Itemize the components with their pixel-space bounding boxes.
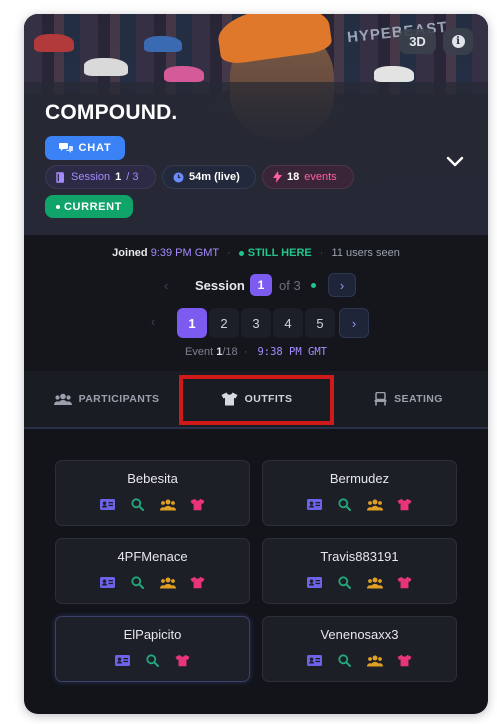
event-label: Event bbox=[185, 346, 214, 358]
event-info: Event 1/18 · 9:38 PM GMT bbox=[185, 346, 327, 358]
chevron-down-icon[interactable] bbox=[444, 150, 466, 172]
chair-icon bbox=[374, 392, 387, 406]
tab-participants-label: PARTICIPANTS bbox=[78, 393, 160, 405]
id-card-icon[interactable] bbox=[99, 575, 116, 590]
event-total: /18 bbox=[222, 346, 238, 358]
current-label: CURRENT bbox=[64, 200, 122, 213]
door-icon bbox=[56, 171, 64, 183]
group-icon[interactable] bbox=[366, 497, 383, 512]
group-icon[interactable] bbox=[159, 497, 176, 512]
tab-seating[interactable]: SEATING bbox=[346, 371, 471, 427]
id-card-icon[interactable] bbox=[306, 653, 323, 668]
current-status-badge: CURRENT bbox=[45, 195, 133, 218]
events-pill: 18 events bbox=[262, 165, 354, 189]
info-icon: i bbox=[451, 35, 465, 48]
clock-icon bbox=[173, 172, 184, 182]
online-dot-icon bbox=[238, 250, 244, 256]
session-next-button[interactable]: › bbox=[328, 273, 356, 297]
participant-card[interactable]: Travis883191 bbox=[262, 538, 457, 604]
still-here-label: STILL HERE bbox=[247, 247, 312, 259]
session-card: HYPEBEAST 3D i COMPOUND. CHAT Session 1 … bbox=[24, 14, 488, 714]
duration-value: 54m (live) bbox=[189, 171, 240, 183]
session-pill-label: Session bbox=[71, 171, 111, 183]
page-button-3[interactable]: 3 bbox=[241, 308, 271, 338]
participant-card[interactable]: Bebesita bbox=[55, 460, 250, 526]
outfits-tab-highlight bbox=[179, 375, 334, 425]
chat-bubbles-icon bbox=[58, 143, 73, 153]
search-icon[interactable] bbox=[336, 653, 353, 668]
shirt-icon[interactable] bbox=[189, 575, 206, 590]
session-current-number: 1 bbox=[250, 274, 272, 296]
participant-name: Travis883191 bbox=[320, 549, 399, 564]
id-card-icon[interactable] bbox=[306, 497, 323, 512]
id-card-icon[interactable] bbox=[99, 497, 116, 512]
participant-card[interactable]: Venenosaxx3 bbox=[262, 616, 457, 682]
page-next-button[interactable]: › bbox=[339, 308, 369, 338]
joined-time: 9:39 PM GMT bbox=[150, 247, 219, 259]
page-button-5[interactable]: 5 bbox=[305, 308, 335, 338]
search-icon[interactable] bbox=[129, 497, 146, 512]
participant-card[interactable]: 4PFMenace bbox=[55, 538, 250, 604]
chat-label: CHAT bbox=[78, 142, 112, 154]
participant-name: Venenosaxx3 bbox=[320, 627, 399, 642]
session-pill-total: / 3 bbox=[126, 171, 139, 183]
participant-name: Bebesita bbox=[127, 471, 178, 486]
search-icon[interactable] bbox=[129, 575, 146, 590]
search-icon[interactable] bbox=[336, 575, 353, 590]
event-time: 9:38 PM GMT bbox=[257, 346, 327, 358]
page-button-4[interactable]: 4 bbox=[273, 308, 303, 338]
users-seen: 11 users seen bbox=[331, 247, 400, 259]
status-dot-icon bbox=[56, 204, 60, 209]
shirt-icon[interactable] bbox=[396, 575, 413, 590]
group-icon[interactable] bbox=[366, 653, 383, 668]
events-count: 18 bbox=[287, 171, 300, 183]
participant-name: ElPapicito bbox=[123, 627, 182, 642]
session-pill: Session 1 / 3 bbox=[45, 165, 156, 189]
participant-name: 4PFMenace bbox=[117, 549, 188, 564]
search-icon[interactable] bbox=[336, 497, 353, 512]
joined-label: Joined bbox=[112, 247, 148, 259]
tab-seating-label: SEATING bbox=[394, 393, 443, 405]
session-of: of 3 bbox=[279, 277, 301, 293]
lightning-icon bbox=[273, 171, 282, 183]
search-icon[interactable] bbox=[144, 653, 161, 668]
live-dot-icon bbox=[311, 282, 316, 288]
info-button[interactable]: i bbox=[443, 28, 473, 55]
tab-participants[interactable]: PARTICIPANTS bbox=[44, 371, 169, 427]
3d-toggle-button[interactable]: 3D bbox=[399, 29, 436, 54]
page-button-2[interactable]: 2 bbox=[209, 308, 239, 338]
session-label: Session bbox=[195, 277, 245, 293]
shirt-icon[interactable] bbox=[396, 653, 413, 668]
events-label: events bbox=[304, 171, 337, 183]
id-card-icon[interactable] bbox=[114, 653, 131, 668]
session-meta: Joined 9:39 PM GMT · STILL HERE · 11 use… bbox=[24, 235, 488, 371]
chat-button[interactable]: CHAT bbox=[45, 136, 125, 160]
event-pager: ‹ 1 2 3 4 5 › bbox=[24, 308, 488, 338]
page-prev-button[interactable]: ‹ bbox=[151, 314, 155, 329]
participant-card[interactable]: Bermudez bbox=[262, 460, 457, 526]
page-button-1[interactable]: 1 bbox=[177, 308, 207, 338]
shirt-icon[interactable] bbox=[174, 653, 191, 668]
id-card-icon[interactable] bbox=[306, 575, 323, 590]
shirt-icon[interactable] bbox=[396, 497, 413, 512]
session-navigator: ‹ Session 1 of 3 › bbox=[24, 273, 488, 297]
session-prev-button[interactable]: ‹ bbox=[164, 278, 168, 293]
shirt-icon[interactable] bbox=[189, 497, 206, 512]
users-icon bbox=[53, 393, 72, 405]
participant-name: Bermudez bbox=[329, 471, 390, 486]
group-icon[interactable] bbox=[366, 575, 383, 590]
group-icon[interactable] bbox=[159, 575, 176, 590]
session-pill-current: 1 bbox=[115, 171, 122, 183]
hero-banner: HYPEBEAST 3D i COMPOUND. CHAT Session 1 … bbox=[24, 14, 488, 235]
joined-info: Joined 9:39 PM GMT · STILL HERE · 11 use… bbox=[112, 247, 400, 259]
participant-card-selected[interactable]: ElPapicito bbox=[55, 616, 250, 682]
page-title: COMPOUND. bbox=[45, 101, 178, 124]
duration-pill: 54m (live) bbox=[162, 165, 256, 189]
